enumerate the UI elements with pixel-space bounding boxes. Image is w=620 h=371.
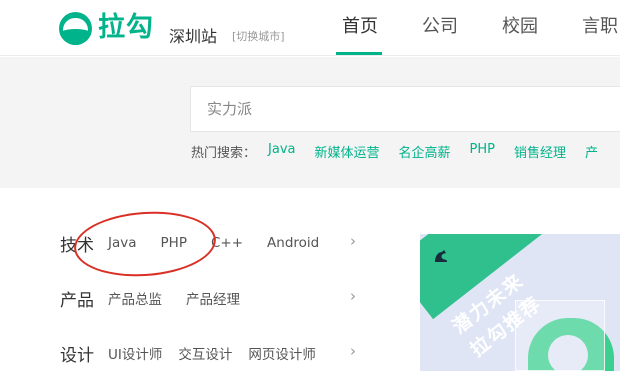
nav-company[interactable]: 公司 (420, 0, 500, 56)
flex-arm-icon (432, 248, 450, 266)
nav-active-indicator (336, 52, 382, 55)
category-title: 产品 (60, 290, 94, 311)
subcategory-product-director[interactable]: 产品总监 (108, 288, 162, 308)
logo-text: 拉勾 (98, 12, 154, 43)
main-nav: 首页 公司 校园 言职 (340, 0, 620, 56)
search-box[interactable] (190, 86, 620, 132)
subcategory-product-manager[interactable]: 产品经理 (186, 288, 240, 308)
subcategory-cpp[interactable]: C++ (211, 235, 243, 251)
category-title: 技术 (60, 235, 94, 256)
nav-yanzhi[interactable]: 言职 (580, 0, 620, 56)
hot-link-new-media[interactable]: 新媒体运营 (314, 142, 379, 161)
subcategory-android[interactable]: Android (267, 235, 319, 251)
chevron-right-icon[interactable]: › (350, 287, 356, 305)
hot-link-java[interactable]: Java (268, 142, 295, 161)
subcategory-java[interactable]: Java (108, 235, 137, 251)
top-header: 拉勾 深圳站 [切换城市] 首页 公司 校园 言职 (0, 0, 620, 56)
subcategory-php[interactable]: PHP (161, 235, 187, 251)
switch-city-link[interactable]: [切换城市] (232, 28, 285, 44)
subcategory-ui-designer[interactable]: UI设计师 (108, 343, 162, 363)
hot-link-sales-manager[interactable]: 销售经理 (514, 142, 566, 161)
chevron-right-icon[interactable]: › (350, 342, 356, 360)
logo-icon (59, 11, 92, 45)
search-input[interactable] (207, 87, 607, 131)
subcategory-web-designer[interactable]: 网页设计师 (248, 343, 316, 363)
current-city: 深圳站 (169, 27, 218, 46)
nav-home[interactable]: 首页 (340, 0, 420, 56)
hot-searches: 热门搜索： Java 新媒体运营 名企高薪 PHP 销售经理 产 (191, 142, 617, 161)
hot-link-top-company[interactable]: 名企高薪 (399, 142, 451, 161)
nav-campus[interactable]: 校园 (500, 0, 580, 56)
category-tech[interactable]: 技术 Java PHP C++ Android › (60, 231, 370, 256)
hot-search-label: 热门搜索： (191, 146, 257, 161)
category-product[interactable]: 产品 产品总监 产品经理 › (60, 286, 370, 311)
hot-link-more[interactable]: 产 (585, 142, 598, 161)
category-design[interactable]: 设计 UI设计师 交互设计 网页设计师 › (60, 341, 370, 366)
lagou-logo[interactable]: 拉勾 (59, 11, 154, 45)
chevron-right-icon[interactable]: › (350, 232, 356, 250)
subcategory-interaction-design[interactable]: 交互设计 (178, 343, 232, 363)
category-title: 设计 (60, 345, 94, 366)
hot-link-php[interactable]: PHP (470, 142, 495, 161)
